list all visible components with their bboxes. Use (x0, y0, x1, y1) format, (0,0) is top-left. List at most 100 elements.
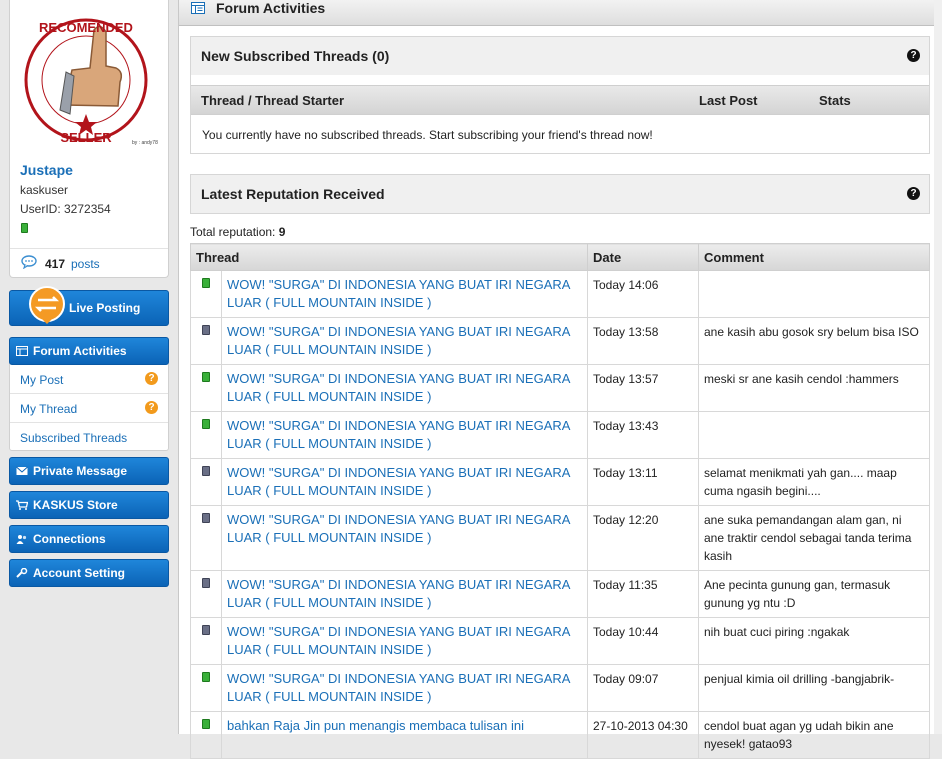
thread-link[interactable]: bahkan Raja Jin pun menangis membaca tul… (227, 718, 524, 733)
help-icon[interactable]: ? (907, 49, 920, 62)
reputation-comment: ane suka pemandangan alam gan, ni ane tr… (698, 505, 930, 571)
page-header: Forum Activities (179, 0, 942, 26)
subscribed-threads-title: New Subscribed Threads (0) (201, 48, 390, 64)
account-setting-button[interactable]: Account Setting (9, 559, 169, 587)
total-reputation-label: Total reputation: (190, 225, 276, 239)
reputation-status-cell (190, 270, 222, 318)
reputation-row: bahkan Raja Jin pun menangis membaca tul… (190, 711, 930, 759)
positive-reputation-icon (202, 719, 210, 729)
reputation-comment: penjual kimia oil drilling -bangjabrik- (698, 664, 930, 712)
reputation-thread-cell: WOW! "SURGA" DI INDONESIA YANG BUAT IRI … (221, 317, 588, 365)
user-id: UserID: 3272354 (20, 202, 111, 216)
reputation-status-cell (190, 617, 222, 665)
page-title: Forum Activities (216, 0, 326, 16)
reputation-status-cell (190, 317, 222, 365)
column-comment[interactable]: Comment (698, 243, 930, 271)
thread-link[interactable]: WOW! "SURGA" DI INDONESIA YANG BUAT IRI … (227, 624, 570, 657)
svg-text:by : andy78: by : andy78 (132, 140, 158, 146)
column-thread-starter[interactable]: Thread / Thread Starter (201, 93, 344, 108)
left-sidebar: RECOMENDED SELLER by : andy78 Justape ka… (0, 0, 178, 734)
column-date[interactable]: Date (587, 243, 699, 271)
reputation-thread-cell: WOW! "SURGA" DI INDONESIA YANG BUAT IRI … (221, 364, 588, 412)
help-icon[interactable]: ? (907, 187, 920, 200)
reputation-row: WOW! "SURGA" DI INDONESIA YANG BUAT IRI … (190, 364, 930, 412)
neutral-reputation-icon (202, 325, 210, 335)
comment-bubble-icon (21, 255, 37, 269)
list-icon (16, 346, 28, 356)
thread-link[interactable]: WOW! "SURGA" DI INDONESIA YANG BUAT IRI … (227, 418, 570, 451)
reputation-status-cell (190, 411, 222, 459)
reputation-comment: meski sr ane kasih cendol :hammers (698, 364, 930, 412)
thread-link[interactable]: WOW! "SURGA" DI INDONESIA YANG BUAT IRI … (227, 512, 570, 545)
username-link[interactable]: Justape (20, 162, 73, 178)
reputation-thread-cell: WOW! "SURGA" DI INDONESIA YANG BUAT IRI … (221, 458, 588, 506)
reputation-comment: ane kasih abu gosok sry belum bisa ISO (698, 317, 930, 365)
thread-link[interactable]: WOW! "SURGA" DI INDONESIA YANG BUAT IRI … (227, 371, 570, 404)
reputation-status-cell (190, 458, 222, 506)
svg-text:RECOMENDED: RECOMENDED (39, 20, 133, 35)
profile-card: RECOMENDED SELLER by : andy78 Justape ka… (9, 0, 169, 278)
main-content: Forum Activities New Subscribed Threads … (178, 0, 942, 759)
reputation-comment: selamat menikmati yah gan.... maap cuma … (698, 458, 930, 506)
positive-reputation-icon (202, 278, 210, 288)
column-last-post[interactable]: Last Post (699, 93, 758, 108)
reputation-row: WOW! "SURGA" DI INDONESIA YANG BUAT IRI … (190, 664, 930, 712)
kaskus-store-label: KASKUS Store (33, 498, 118, 512)
my-thread-label: My Thread (20, 402, 78, 416)
column-stats[interactable]: Stats (819, 93, 851, 108)
reputation-thread-cell: bahkan Raja Jin pun menangis membaca tul… (221, 711, 588, 759)
subscribed-threads-label: Subscribed Threads (20, 431, 128, 445)
post-count-row[interactable]: 417 posts (10, 248, 168, 276)
reputation-date: Today 13:58 (587, 317, 699, 365)
subscribed-threads-box: New Subscribed Threads (0) ? Thread / Th… (190, 36, 930, 154)
reputation-date: Today 13:43 (587, 411, 699, 459)
reputation-date: Today 11:35 (587, 570, 699, 618)
column-thread[interactable]: Thread (190, 243, 588, 271)
positive-reputation-icon (202, 672, 210, 682)
reputation-date: 27-10-2013 04:30 (587, 711, 699, 759)
thread-link[interactable]: WOW! "SURGA" DI INDONESIA YANG BUAT IRI … (227, 577, 570, 610)
vertical-scrollbar[interactable] (934, 0, 942, 734)
neutral-reputation-icon (202, 466, 210, 476)
posts-link[interactable]: posts (71, 257, 100, 271)
post-count: 417 (45, 257, 66, 271)
live-posting-button[interactable]: Live Posting (9, 286, 169, 326)
forum-activities-header[interactable]: Forum Activities (9, 337, 169, 365)
reputation-table: Thread Date Comment WOW! "SURGA" DI INDO… (190, 243, 930, 759)
private-message-button[interactable]: Private Message (9, 457, 169, 485)
user-role: kaskuser (20, 183, 69, 197)
total-reputation-value: 9 (278, 225, 286, 239)
reputation-comment: cendol buat agan yg udah bikin ane nyese… (698, 711, 930, 759)
sidebar-item-subscribed-threads[interactable]: Subscribed Threads (10, 423, 168, 452)
neutral-reputation-icon (202, 513, 210, 523)
no-subscriptions-message: You currently have no subscribed threads… (202, 128, 653, 142)
connections-label: Connections (33, 532, 106, 546)
reputation-date: Today 10:44 (587, 617, 699, 665)
list-icon (191, 2, 205, 14)
my-post-alert-badge: ? (145, 372, 158, 385)
reputation-row: WOW! "SURGA" DI INDONESIA YANG BUAT IRI … (190, 270, 930, 318)
my-thread-alert-badge: ? (145, 401, 158, 414)
thread-link[interactable]: WOW! "SURGA" DI INDONESIA YANG BUAT IRI … (227, 324, 570, 357)
reputation-status-cell (190, 664, 222, 712)
reputation-status-cell (190, 364, 222, 412)
people-icon (16, 535, 27, 544)
thread-link[interactable]: WOW! "SURGA" DI INDONESIA YANG BUAT IRI … (227, 671, 570, 704)
latest-reputation-box: Latest Reputation Received ? (190, 174, 930, 214)
kaskus-store-button[interactable]: KASKUS Store (9, 491, 169, 519)
recommended-seller-avatar[interactable]: RECOMENDED SELLER by : andy78 (20, 10, 158, 150)
thread-link[interactable]: WOW! "SURGA" DI INDONESIA YANG BUAT IRI … (227, 277, 570, 310)
latest-reputation-title: Latest Reputation Received (201, 186, 385, 202)
sidebar-item-my-thread[interactable]: My Thread ? (10, 394, 168, 423)
positive-reputation-icon (202, 419, 210, 429)
reputation-thread-cell: WOW! "SURGA" DI INDONESIA YANG BUAT IRI … (221, 570, 588, 618)
reputation-row: WOW! "SURGA" DI INDONESIA YANG BUAT IRI … (190, 570, 930, 618)
sidebar-item-my-post[interactable]: My Post ? (10, 365, 168, 394)
reputation-thread-cell: WOW! "SURGA" DI INDONESIA YANG BUAT IRI … (221, 505, 588, 571)
thread-link[interactable]: WOW! "SURGA" DI INDONESIA YANG BUAT IRI … (227, 465, 570, 498)
reputation-comment: Ane pecinta gunung gan, termasuk gunung … (698, 570, 930, 618)
reputation-thread-cell: WOW! "SURGA" DI INDONESIA YANG BUAT IRI … (221, 617, 588, 665)
reputation-row: WOW! "SURGA" DI INDONESIA YANG BUAT IRI … (190, 617, 930, 665)
connections-button[interactable]: Connections (9, 525, 169, 553)
reputation-thread-cell: WOW! "SURGA" DI INDONESIA YANG BUAT IRI … (221, 270, 588, 318)
